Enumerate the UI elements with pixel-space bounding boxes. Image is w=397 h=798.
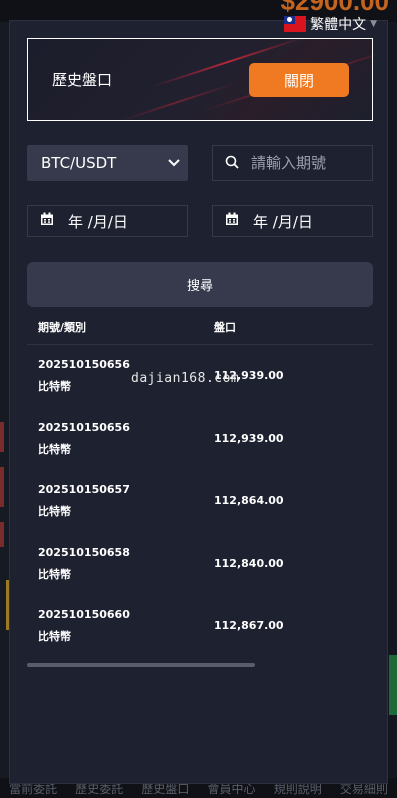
period-search-input[interactable] [249,153,363,173]
table-row[interactable]: 202510150660 比特幣 112,867.00 [27,608,373,660]
modal-header: 歷史盤口 關閉 [27,38,373,121]
row-period: 202510150656 [38,421,130,434]
table-header: 期號/類別 盤口 [27,317,373,345]
table-row[interactable]: 202510150658 比特幣 112,840.00 [27,546,373,598]
row-price: 112,939.00 [214,432,284,445]
watermark-text: dajian168.com [131,371,240,386]
modal-title: 歷史盤口 [52,71,113,89]
language-selector[interactable]: 繁體中文 ▼ [284,14,377,34]
row-period: 202510150657 [38,483,130,496]
history-modal: 歷史盤口 關閉 BTC/USDT 年 /月/日 年 /月/日 搜尋 期號/類別 … [9,20,388,784]
row-price: 112,840.00 [214,557,284,570]
row-category: 比特幣 [38,630,71,643]
row-price: 112,864.00 [214,494,284,507]
search-icon [225,154,239,173]
row-period: 202510150658 [38,546,130,559]
table-row[interactable]: 202510150657 比特幣 112,864.00 [27,483,373,535]
date-start-value: 年 /月/日 [68,212,128,231]
chevron-down-icon [168,156,180,170]
date-start-field[interactable]: 年 /月/日 [27,205,188,237]
symbol-select[interactable]: BTC/USDT [27,145,188,181]
row-price: 112,867.00 [214,619,284,632]
symbol-value: BTC/USDT [41,154,117,172]
close-button[interactable]: 關閉 [249,63,349,97]
row-category: 比特幣 [38,568,71,581]
background-marker [389,655,397,715]
search-button[interactable]: 搜尋 [27,262,373,307]
row-category: 比特幣 [38,443,71,456]
date-end-field[interactable]: 年 /月/日 [212,205,373,237]
row-category: 比特幣 [38,505,71,518]
caret-down-icon: ▼ [370,19,377,29]
table-row[interactable]: 202510150656 比特幣 112,939.00 [27,421,373,473]
row-category: 比特幣 [38,380,71,393]
period-search[interactable] [212,145,373,181]
horizontal-scrollbar[interactable] [27,663,255,667]
calendar-icon [40,212,54,230]
row-period: 202510150656 [38,358,130,371]
language-label: 繁體中文 [310,17,367,33]
row-period: 202510150660 [38,608,130,621]
column-header-price: 盤口 [214,321,236,334]
column-header-period: 期號/類別 [38,321,87,334]
calendar-icon [225,212,239,230]
taiwan-flag-icon [284,16,307,32]
date-end-value: 年 /月/日 [253,212,313,231]
